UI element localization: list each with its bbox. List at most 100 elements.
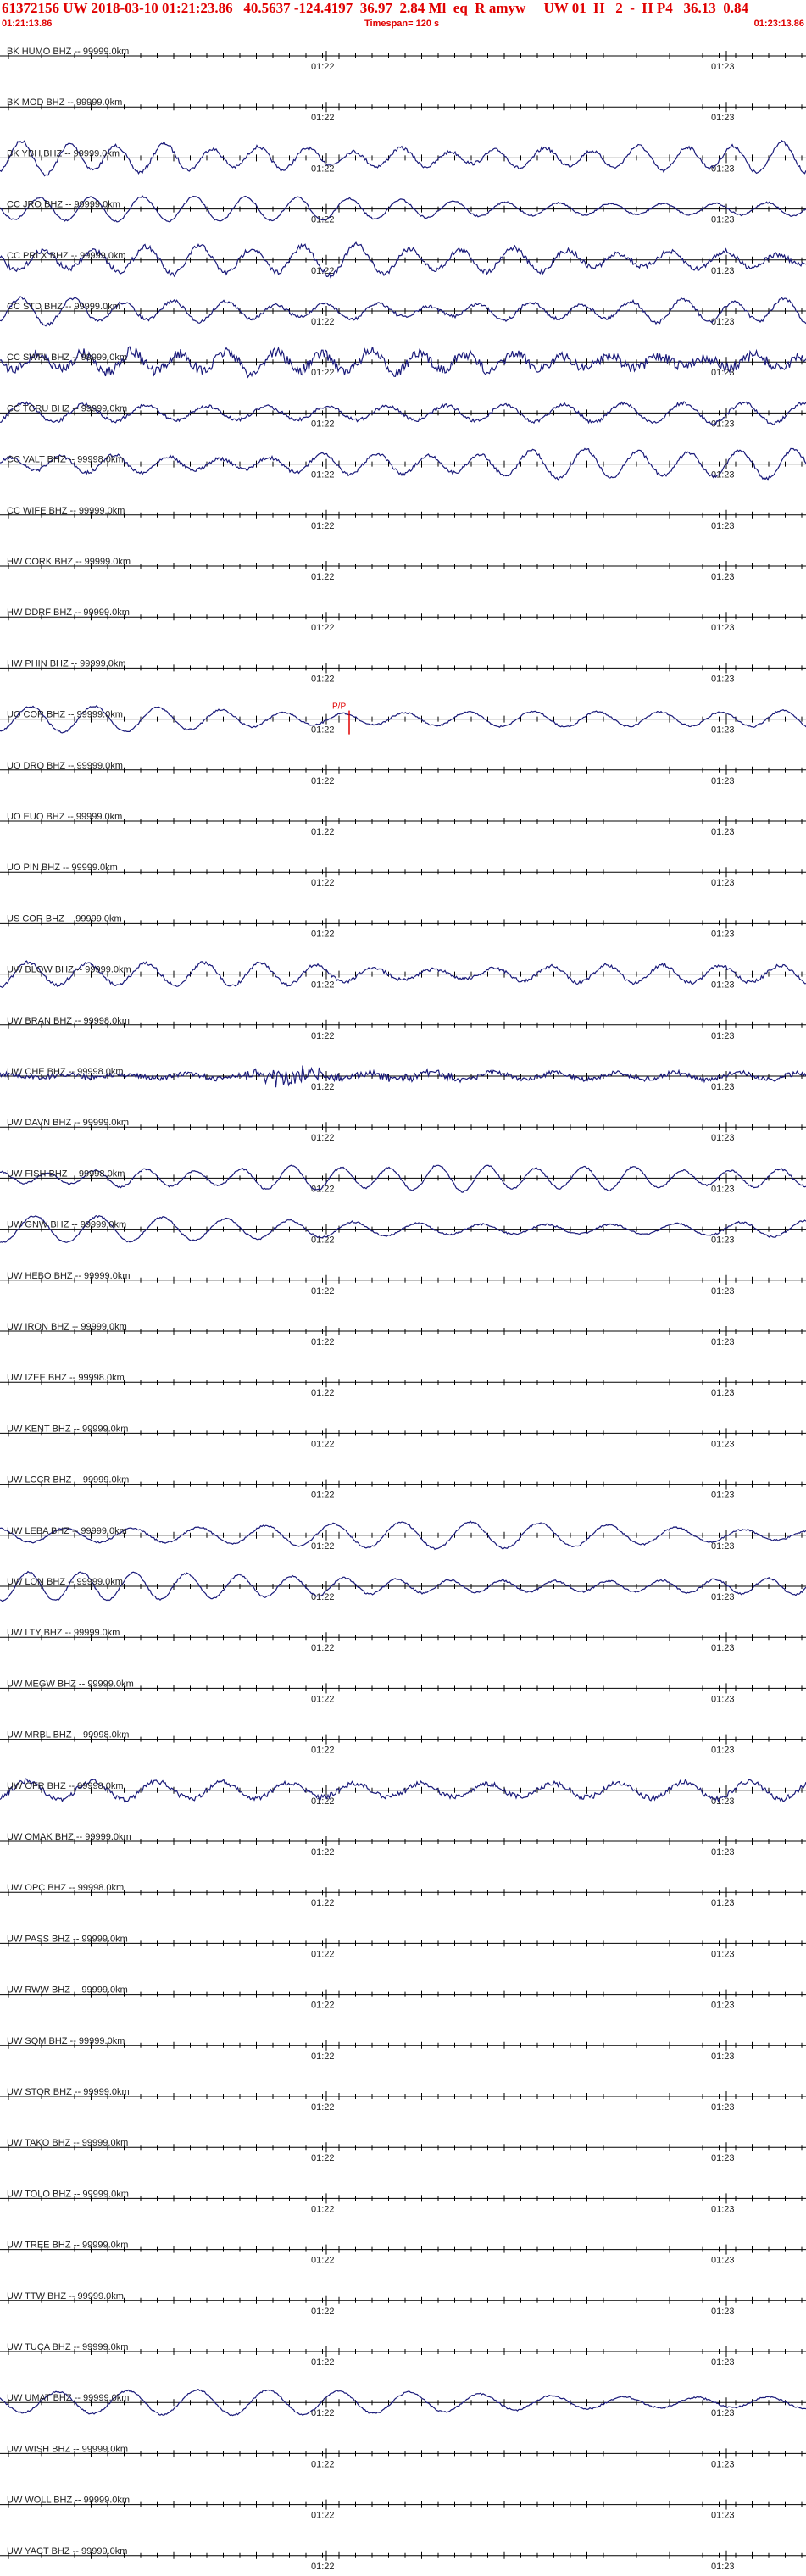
minute-label: 01:22: [311, 674, 335, 684]
channel-label: UW STOR BHZ -- 99999.0km: [7, 2087, 130, 2097]
channel-label: HW DDRF BHZ -- 99999.0km: [7, 608, 130, 618]
minute-label: 01:22: [311, 1286, 335, 1296]
channel-row: 01:22 01:23 HW PHIN BHZ -- 99999.0km: [0, 658, 806, 684]
channel-label: UW BLOW BHZ -- 99999.0km: [7, 965, 131, 975]
minute-label: 01:23: [711, 827, 735, 837]
channel-row: 01:22 01:23 UW TREE BHZ -- 99999.0km: [0, 2240, 806, 2266]
channel-row: 01:22 01:23 UW IRON BHZ -- 99999.0km: [0, 1322, 806, 1347]
channel-label: CC VALT BHZ -- 99998.0km: [7, 455, 124, 465]
channel-row: 01:22 01:23 UW PASS BHZ -- 99999.0km: [0, 1934, 806, 1959]
minute-label: 01:23: [711, 1235, 735, 1246]
channel-label: UW TOLO BHZ -- 99999.0km: [7, 2189, 129, 2199]
channel-row: 01:22 01:23 UW RWW BHZ -- 99999.0km: [0, 1985, 806, 2011]
minute-label: 01:22: [311, 2562, 335, 2572]
channel-label: CC TCRU BHZ -- 99999.0km: [7, 403, 127, 414]
channel-label: UO PIN BHZ -- 99999.0km: [7, 863, 118, 873]
minute-label: 01:22: [311, 1388, 335, 1398]
channel-label: BK HUMO BHZ -- 99999.0km: [7, 47, 129, 57]
channel-row: 01:22 01:23 UW MEGW BHZ -- 99999.0km: [0, 1679, 806, 1704]
channel-row: 01:22 01:23 UW OMAK BHZ -- 99999.0km: [0, 1832, 806, 1857]
minute-label: 01:22: [311, 1847, 335, 1857]
channel-row: 01:22 01:23 UW DAVN BHZ -- 99999.0km: [0, 1118, 806, 1143]
channel-row: 01:22 01:23UW FISH BHZ -- 99998.0km: [0, 1164, 806, 1194]
channel-label: UW HEBO BHZ -- 99999.0km: [7, 1271, 130, 1281]
channel-label: UW IRON BHZ -- 99999.0km: [7, 1322, 127, 1332]
minute-label: 01:22: [311, 2357, 335, 2368]
channel-label: UW OFR BHZ -- 99998.0km: [7, 1781, 124, 1791]
minute-label: 01:22: [311, 62, 335, 72]
channel-row: 01:22 01:23 UW CHE BHZ -- 99998.0km: [0, 1065, 806, 1092]
minute-label: 01:23: [711, 1082, 735, 1092]
channel-label: CC WIFE BHZ -- 99999.0km: [7, 506, 125, 516]
channel-row: 01:22 01:23 HW DDRF BHZ -- 99999.0km: [0, 608, 806, 633]
minute-label: 01:23: [711, 266, 735, 276]
channel-label: UW TUCA BHZ -- 99999.0km: [7, 2342, 128, 2352]
minute-label: 01:22: [311, 1133, 335, 1143]
minute-label: 01:23: [711, 368, 735, 378]
channel-label: UW SQM BHZ -- 99999.0km: [7, 2036, 125, 2046]
minute-label: 01:23: [711, 1746, 735, 1756]
minute-label: 01:22: [311, 164, 335, 174]
channel-label: UW TREE BHZ -- 99999.0km: [7, 2240, 128, 2251]
minute-label: 01:22: [311, 2204, 335, 2214]
minute-label: 01:22: [311, 725, 335, 736]
minute-label: 01:22: [311, 521, 335, 531]
channel-row: 01:22 01:23 UW LON BHZ -- 99999.0km: [0, 1570, 806, 1602]
channel-row: 01:22 01:23 BK YBH BHZ -- 99999.0km: [0, 139, 806, 177]
channel-label: UW LTY BHZ -- 99999.0km: [7, 1628, 120, 1638]
channel-label: UW FISH BHZ -- 99998.0km: [7, 1169, 125, 1179]
minute-label: 01:22: [311, 470, 335, 480]
minute-label: 01:22: [311, 929, 335, 939]
minute-label: 01:22: [311, 2153, 335, 2163]
channel-label: UW LON BHZ -- 99999.0km: [7, 1577, 123, 1587]
minute-label: 01:22: [311, 878, 335, 888]
channel-label: UW GNW BHZ -- 99999.0km: [7, 1220, 126, 1230]
channel-row: 01:22 01:23 UO EUO BHZ -- 99999.0km: [0, 812, 806, 837]
minute-label: 01:22: [311, 1746, 335, 1756]
channel-row: 01:22 01:23 CC WIFE BHZ -- 99999.0km: [0, 506, 806, 531]
channel-row: 01:22 01:23CC PRLX BHZ -- 99999.0km: [0, 242, 806, 279]
minute-label: 01:23: [711, 929, 735, 939]
minute-label: 01:23: [711, 1491, 735, 1501]
channel-label: UW YACT BHZ -- 99999.0km: [7, 2546, 127, 2557]
channel-row: 01:22 01:23CC TCRU BHZ -- 99999.0km: [0, 401, 806, 429]
channel-row: 01:22 01:23 US COR BHZ -- 99999.0km: [0, 913, 806, 939]
channel-row: 01:22 01:23 UW TOLO BHZ -- 99999.0km: [0, 2189, 806, 2214]
minute-label: 01:22: [311, 368, 335, 378]
minute-label: 01:23: [711, 1031, 735, 1041]
channel-row: 01:22 01:23 UW MRBL BHZ -- 99998.0km: [0, 1730, 806, 1756]
channel-row: 01:22 01:23 HW CORK BHZ -- 99999.0km: [0, 557, 806, 582]
minute-label: 01:23: [711, 1541, 735, 1552]
minute-label: 01:22: [311, 1592, 335, 1602]
minute-label: 01:23: [711, 674, 735, 684]
channel-label: UO EUO BHZ -- 99999.0km: [7, 812, 122, 822]
channel-label: UW TAKO BHZ -- 99999.0km: [7, 2138, 128, 2148]
minute-label: 01:23: [711, 623, 735, 633]
minute-label: 01:23: [711, 215, 735, 225]
minute-label: 01:22: [311, 2051, 335, 2062]
minute-label: 01:23: [711, 1694, 735, 1704]
channel-row: 01:22 01:23 UW YACT BHZ -- 99999.0km: [0, 2546, 806, 2572]
minute-label: 01:22: [311, 1898, 335, 1908]
minute-label: 01:22: [311, 1541, 335, 1552]
channel-row: 01:22 01:23 UW LCCR BHZ -- 99999.0km: [0, 1475, 806, 1501]
minute-label: 01:23: [711, 2357, 735, 2368]
channel-label: UW DAVN BHZ -- 99999.0km: [7, 1118, 129, 1128]
minute-label: 01:23: [711, 62, 735, 72]
minute-label: 01:23: [711, 2511, 735, 2521]
channel-label: UW OMAK BHZ -- 99999.0km: [7, 1832, 131, 1842]
minute-label: 01:23: [711, 2562, 735, 2572]
minute-label: 01:23: [711, 2204, 735, 2214]
channel-label: UW OPC BHZ -- 99998.0km: [7, 1883, 124, 1893]
minute-label: 01:22: [311, 2256, 335, 2266]
channel-row: 01:22 01:23 BK HUMO BHZ -- 99999.0km: [0, 47, 806, 72]
channel-row: 01:22 01:23 P/P UO COR BHZ -- 99999.0km: [0, 702, 806, 736]
channel-label: UW IZEE BHZ -- 99998.0km: [7, 1373, 125, 1383]
minute-label: 01:23: [711, 164, 735, 174]
minute-label: 01:23: [711, 1949, 735, 1959]
minute-label: 01:23: [711, 878, 735, 888]
channel-row: 01:22 01:23 UW STOR BHZ -- 99999.0km: [0, 2087, 806, 2112]
minute-label: 01:23: [711, 1643, 735, 1653]
channel-label: UW MRBL BHZ -- 99998.0km: [7, 1730, 129, 1740]
channel-row: 01:22 01:23 UW HEBO BHZ -- 99999.0km: [0, 1271, 806, 1296]
